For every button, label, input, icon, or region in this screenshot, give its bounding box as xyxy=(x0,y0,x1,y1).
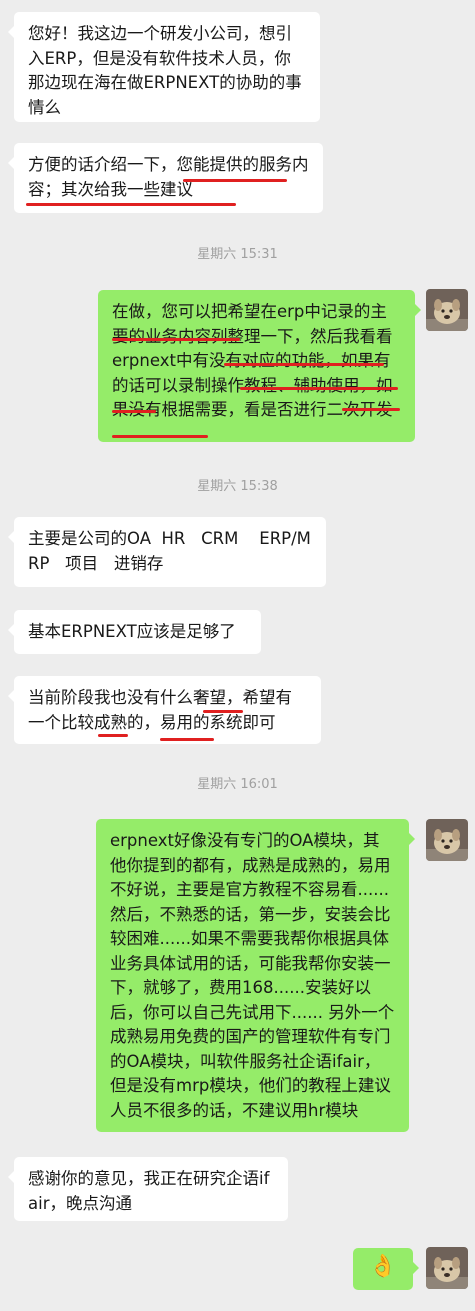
avatar[interactable] xyxy=(426,819,468,861)
dog-photo-avatar-icon xyxy=(426,819,468,861)
message-bubble-outgoing[interactable]: 在做，您可以把希望在erp中记录的主要的业务内容列整理一下，然后我看看erpne… xyxy=(98,290,421,442)
red-underline-mark xyxy=(240,387,398,390)
message-bubble-outgoing[interactable]: 👌 xyxy=(353,1248,419,1290)
dog-photo-avatar-icon xyxy=(426,1247,468,1289)
red-underline-mark xyxy=(203,710,243,713)
timestamp: 星期六 15:38 xyxy=(197,479,278,494)
message-bubble-incoming[interactable]: 您好！我这边一个研发小公司，想引入ERP，但是没有软件技术人员，你那边现在海在做… xyxy=(8,12,320,122)
red-underline-mark xyxy=(160,738,214,741)
timestamp: 星期六 15:31 xyxy=(197,247,278,262)
timestamp: 星期六 16:01 xyxy=(197,777,278,792)
message-bubble-incoming[interactable]: 感谢你的意见，我正在研究企语ifair，晚点沟通 xyxy=(8,1157,288,1221)
red-underline-mark xyxy=(224,363,384,366)
red-underline-mark xyxy=(342,408,400,411)
message-bubble-incoming[interactable]: 当前阶段我也没有什么奢望，希望有一个比较成熟的，易用的系统即可 xyxy=(8,676,321,744)
red-underline-mark xyxy=(112,435,208,438)
message-bubble-outgoing[interactable]: erpnext好像没有专门的OA模块，其他你提到的都有，成熟是成熟的，易用不好说… xyxy=(96,819,415,1132)
message-bubble-incoming[interactable]: 基本ERPNEXT应该是足够了 xyxy=(8,610,261,654)
red-underline-mark xyxy=(26,203,236,206)
avatar[interactable] xyxy=(426,289,468,331)
avatar[interactable] xyxy=(426,1247,468,1289)
red-underline-mark xyxy=(183,179,287,182)
dog-photo-avatar-icon xyxy=(426,289,468,331)
red-underline-mark xyxy=(112,338,240,341)
red-underline-mark xyxy=(98,734,128,737)
message-bubble-incoming[interactable]: 主要是公司的OA HR CRM ERP/MRP 项目 进销存 xyxy=(8,517,326,587)
red-underline-mark xyxy=(112,410,156,413)
